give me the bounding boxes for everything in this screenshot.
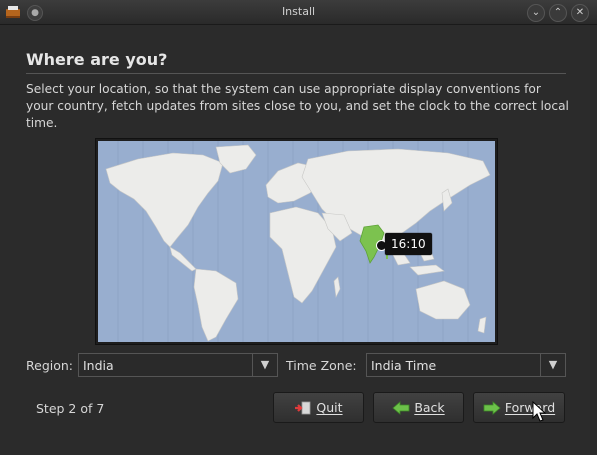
window-titlebar: ● Install ⌄ ⌃ ✕: [0, 0, 597, 25]
minimize-button[interactable]: ⌄: [527, 4, 545, 22]
region-label: Region:: [26, 358, 74, 373]
region-combobox[interactable]: India ▼: [78, 353, 278, 377]
close-button[interactable]: ✕: [571, 4, 589, 22]
timezone-map[interactable]: [98, 141, 495, 342]
chevron-down-icon[interactable]: ▼: [540, 354, 565, 376]
timezone-label: Time Zone:: [286, 358, 357, 373]
page-title: Where are you?: [26, 50, 168, 69]
back-button[interactable]: Back: [373, 392, 464, 423]
region-value: India: [83, 358, 114, 373]
timezone-value: India Time: [371, 358, 437, 373]
maximize-button[interactable]: ⌃: [549, 4, 567, 22]
page-description: Select your location, so that the system…: [26, 82, 569, 130]
chevron-down-icon[interactable]: ▼: [252, 354, 277, 376]
forward-arrow-icon: [483, 400, 501, 415]
step-indicator: Step 2 of 7: [36, 401, 105, 416]
quit-icon: [294, 401, 312, 415]
back-arrow-icon: [392, 400, 410, 415]
back-label: Back: [414, 400, 445, 415]
forward-button[interactable]: Forward: [473, 392, 565, 423]
heading-separator: [26, 73, 566, 74]
quit-label: Quit: [316, 400, 343, 415]
quit-button[interactable]: Quit: [273, 392, 364, 423]
forward-label: Forward: [504, 400, 556, 415]
timezone-combobox[interactable]: India Time ▼: [366, 353, 566, 377]
window-title: Install: [281, 5, 316, 18]
mouse-cursor-icon: [532, 400, 547, 427]
timezone-map-frame: [95, 138, 498, 345]
map-time-tooltip: 16:10: [385, 233, 432, 255]
